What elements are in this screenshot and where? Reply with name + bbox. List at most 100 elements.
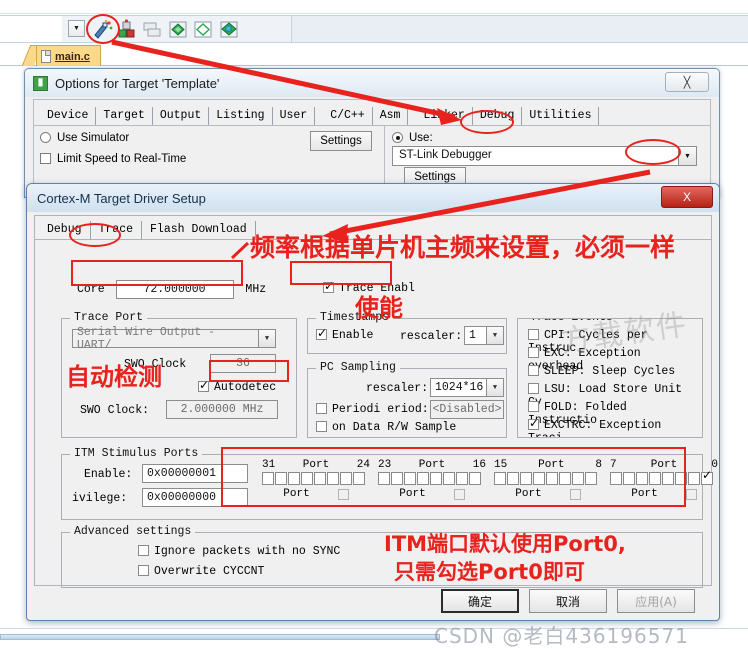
trace-event-exctrc-row[interactable]: EXCTRC: Exception Traci (528, 416, 702, 437)
itm-bit-3[interactable] (662, 472, 674, 485)
white-diamond-icon[interactable] (193, 19, 214, 39)
itm-bit-2[interactable] (675, 472, 687, 485)
itm-bit-14[interactable] (507, 472, 519, 485)
swo-prescaler-input[interactable]: 36 (210, 354, 276, 373)
toolbar-dropdown-arrow-icon[interactable]: ▼ (68, 20, 85, 37)
chevron-down-icon[interactable]: ▼ (258, 330, 275, 347)
itm-bit-15[interactable] (494, 472, 506, 485)
pc-prescaler-select[interactable]: 1024*16 ▼ (430, 378, 504, 397)
checkbox-trace-event-exc[interactable] (528, 347, 539, 358)
checkbox-autodetect[interactable] (198, 378, 209, 392)
ignore-sync-row[interactable]: Ignore packets with no SYNC (138, 545, 340, 558)
itm-bit-6[interactable] (623, 472, 635, 485)
itm-enable-input[interactable]: 0x00000001 (142, 464, 248, 483)
build-icon[interactable] (117, 19, 138, 39)
debugger-select[interactable]: ST-Link Debugger ▼ (392, 146, 697, 166)
checkbox-overwrite-cyccnt[interactable] (138, 565, 149, 576)
checkbox-itm-port-group-1[interactable] (453, 488, 465, 500)
radio-use-debugger[interactable] (392, 132, 403, 143)
checkbox-itm-port-group-3[interactable] (685, 488, 697, 500)
itm-bit-5[interactable] (636, 472, 648, 485)
tab-output[interactable]: Output (153, 107, 210, 125)
chevron-down-icon[interactable]: ▼ (486, 327, 503, 344)
tab-cortex-trace[interactable]: Trace (91, 221, 143, 239)
tab-linker[interactable]: Linker (416, 107, 473, 125)
itm-bit-9[interactable] (572, 472, 584, 485)
tab-asm[interactable]: Asm (373, 107, 409, 125)
trace-event-sleep-row[interactable]: SLEEP: Sleep Cycles (528, 365, 675, 378)
itm-bit-0[interactable] (701, 468, 713, 485)
itm-bit-12[interactable] (533, 472, 545, 485)
itm-bit-10[interactable] (559, 472, 571, 485)
itm-bit-18[interactable] (443, 472, 455, 485)
pc-periodic-value-field[interactable]: <Disabled> (430, 400, 504, 419)
tab-device[interactable]: Device (40, 107, 97, 125)
itm-bit-31[interactable] (262, 472, 274, 485)
itm-bit-22[interactable] (391, 472, 403, 485)
itm-bit-13[interactable] (520, 472, 532, 485)
tab-cortex-flash-download[interactable]: Flash Download (142, 221, 256, 239)
autodetect-row[interactable]: Autodetec (198, 378, 276, 394)
itm-bit-20[interactable] (417, 472, 429, 485)
target-options-wand-icon[interactable] (92, 19, 113, 39)
checkbox-trace-event-lsu[interactable] (528, 383, 539, 394)
batch-build-icon[interactable] (142, 19, 163, 39)
itm-bit-29[interactable] (288, 472, 300, 485)
checkbox-itm-port-group-0[interactable] (337, 488, 349, 500)
itm-bit-1[interactable] (688, 472, 700, 485)
tab-c-cpp[interactable]: C/C++ (323, 107, 373, 125)
itm-privilege-input[interactable]: 0x00000000 (142, 488, 248, 507)
itm-bit-24[interactable] (353, 472, 365, 485)
close-icon[interactable]: ╳ (665, 72, 709, 92)
checkbox-limit-speed[interactable] (40, 153, 51, 164)
radio-use-simulator[interactable] (40, 132, 51, 143)
tab-cortex-debug[interactable]: Debug (39, 221, 91, 239)
options-dialog-titlebar[interactable]: ▮ Options for Target 'Template' ╳ (25, 69, 719, 97)
itm-bit-7[interactable] (610, 472, 622, 485)
itm-bit-30[interactable] (275, 472, 287, 485)
tab-user[interactable]: User (273, 107, 316, 125)
itm-bit-8[interactable] (585, 472, 597, 485)
trace-port-mode-select[interactable]: Serial Wire Output - UART/ ▼ (72, 326, 276, 352)
itm-bit-27[interactable] (314, 472, 326, 485)
tab-utilities[interactable]: Utilities (522, 107, 600, 125)
itm-bit-21[interactable] (404, 472, 416, 485)
checkbox-trace-event-cpi[interactable] (528, 329, 539, 340)
checkbox-trace-event-exctrc[interactable] (528, 416, 539, 430)
chevron-down-icon[interactable]: ▼ (678, 147, 696, 165)
checkbox-ignore-no-sync[interactable] (138, 545, 149, 556)
itm-bit-26[interactable] (327, 472, 339, 485)
checkbox-trace-event-fold[interactable] (528, 401, 539, 412)
itm-bit-11[interactable] (546, 472, 558, 485)
overwrite-cyccnt-row[interactable]: Overwrite CYCCNT (138, 565, 264, 578)
editor-tab-main-c[interactable]: main.c (36, 45, 101, 66)
green-diamond-icon[interactable] (168, 19, 189, 39)
swo-clock-input[interactable]: 2.000000 MHz (166, 400, 278, 419)
simulator-settings-button[interactable]: Settings (310, 131, 372, 151)
itm-bit-25[interactable] (340, 472, 352, 485)
tab-listing[interactable]: Listing (209, 107, 273, 125)
itm-bit-16[interactable] (469, 472, 481, 485)
itm-bit-4[interactable] (649, 472, 661, 485)
cancel-button[interactable]: 取消 (529, 589, 607, 613)
itm-bit-17[interactable] (456, 472, 468, 485)
limit-speed-row[interactable]: Limit Speed to Real-Time (40, 153, 304, 165)
pc-data-rw-row[interactable]: on Data R/W Sample (316, 421, 456, 434)
ok-button[interactable]: 确定 (441, 589, 519, 613)
pc-periodic-row[interactable]: Periodi eriod: (316, 403, 429, 416)
itm-bit-28[interactable] (301, 472, 313, 485)
checkbox-itm-port-group-2[interactable] (569, 488, 581, 500)
checkbox-trace-event-sleep[interactable] (528, 365, 539, 376)
timestamps-enable-row[interactable]: Enablе (316, 326, 373, 342)
use-simulator-row[interactable]: Use Simulator (40, 132, 304, 144)
manage-components-icon[interactable] (219, 19, 240, 39)
checkbox-pc-data-rw[interactable] (316, 421, 327, 432)
tab-target[interactable]: Target (96, 107, 153, 125)
timestamps-prescaler-select[interactable]: 1 ▼ (464, 326, 504, 345)
chevron-down-icon[interactable]: ▼ (486, 379, 503, 396)
checkbox-pc-periodic[interactable] (316, 403, 327, 414)
core-clock-input[interactable]: 72.000000 (115, 280, 234, 299)
close-icon[interactable]: X (661, 186, 713, 208)
checkbox-trace-enable[interactable] (323, 279, 334, 293)
itm-bit-23[interactable] (378, 472, 390, 485)
